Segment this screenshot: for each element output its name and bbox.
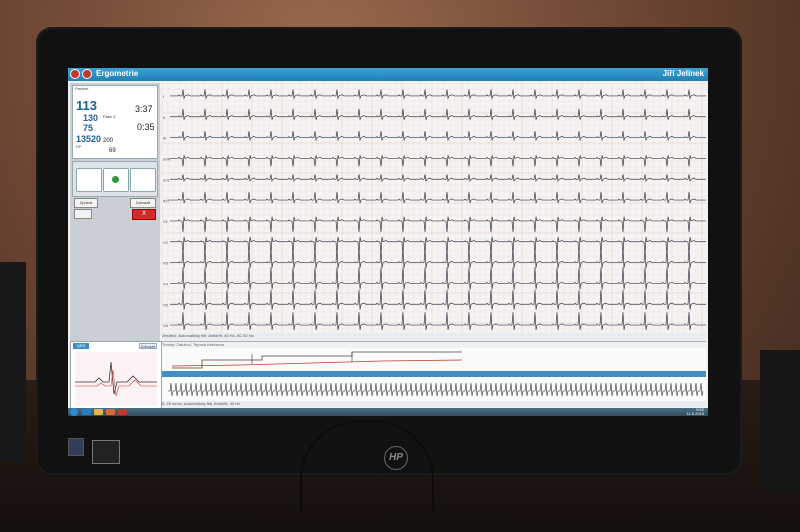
- view-button[interactable]: Zobrazit: [130, 198, 156, 208]
- rhythm-trace: [168, 382, 704, 397]
- stop-button[interactable]: X: [132, 209, 156, 220]
- ecg-12-lead-view[interactable]: I II III aVR aVL aVF V1 V2 V3 V4 V5 V6: [162, 83, 706, 333]
- marker-button[interactable]: [130, 168, 156, 192]
- clock-date: 12.6.2015: [686, 411, 704, 416]
- tab-qrs[interactable]: QRS: [73, 343, 89, 349]
- lead-label: V6: [163, 323, 169, 328]
- action-buttons: Zpráva Zobrazit X: [72, 197, 156, 220]
- heart-rate-value: 113: [76, 98, 97, 113]
- pump-button[interactable]: [76, 168, 102, 192]
- lead-label: V2: [163, 240, 169, 245]
- trend-panel: Trendy: Zatížení, Tepová frekvence: [162, 341, 706, 372]
- windows-sticker: [92, 440, 120, 464]
- vitals-box: Pacient 113 130 75 13520 DP Fáze 3 3:37 …: [72, 85, 158, 159]
- folder-icon[interactable]: [94, 409, 103, 415]
- app-title: Ergometrie: [96, 69, 139, 78]
- processor-sticker: [68, 438, 84, 456]
- patient-label: Pacient: [75, 86, 89, 91]
- rhythm-strip[interactable]: [162, 377, 706, 401]
- heart-logo-icon: [70, 69, 80, 79]
- tab-view[interactable]: Zobrazit: [139, 343, 157, 349]
- lead-label: III: [163, 136, 166, 141]
- rpm-value: 69: [109, 148, 116, 154]
- control-panel: Pacient 113 130 75 13520 DP Fáze 3 3:37 …: [70, 83, 160, 341]
- device-controls: [72, 161, 158, 197]
- status-dot-icon: [112, 176, 119, 183]
- lead-label: aVR: [163, 156, 171, 161]
- load-value: 200: [103, 138, 114, 144]
- left-speaker: [0, 262, 26, 462]
- lead-label: aVL: [163, 177, 171, 182]
- app-titlebar: Ergometrie Jiří Jelínek: [68, 68, 708, 81]
- start-button-icon[interactable]: [70, 408, 78, 416]
- report-button[interactable]: Zpráva: [74, 198, 98, 208]
- ergometrie-app-icon[interactable]: [118, 409, 127, 415]
- lead-label: V3: [163, 261, 169, 266]
- qrs-complex-graphic: [75, 352, 157, 406]
- start-button[interactable]: [103, 168, 129, 192]
- windows-taskbar: 9:52 12.6.2015: [68, 408, 708, 416]
- double-product-label: DP: [76, 144, 82, 149]
- taskbar-clock[interactable]: 9:52 12.6.2015: [686, 408, 704, 416]
- lead-label: aVF: [163, 198, 171, 203]
- lead-label: V5: [163, 302, 169, 307]
- double-product-value: 13520: [76, 134, 102, 144]
- lead-label: II: [163, 115, 165, 120]
- print-button[interactable]: [74, 209, 92, 219]
- bp-systolic-value: 130: [83, 113, 99, 123]
- lead-label: V4: [163, 281, 169, 286]
- user-name[interactable]: Jiří Jelínek: [663, 69, 704, 78]
- ecg-footer: Zesílení: Automatický filtr, Antidrift, …: [162, 333, 706, 340]
- right-speaker: [760, 350, 800, 490]
- bp-diastolic-value: 75: [83, 123, 94, 133]
- screen: Ergometrie Jiří Jelínek Pacient 113 130 …: [68, 68, 708, 416]
- media-icon[interactable]: [106, 409, 115, 415]
- stage-label: Fáze 3: [103, 114, 116, 119]
- ecg-traces: IIIIIIaVRaVLaVFV1V2V3V4V5V6: [162, 83, 706, 333]
- ie-icon[interactable]: [82, 409, 91, 415]
- lead-label: I: [163, 94, 164, 99]
- stage-time: 0:35: [137, 122, 155, 132]
- total-time: 3:37: [135, 104, 153, 114]
- lead-label: V1: [163, 219, 169, 224]
- rhythm-trace-line: [168, 382, 704, 397]
- trend-graph: [171, 351, 463, 369]
- qrs-detail-window: QRS Zobrazit: [70, 341, 162, 411]
- rhythm-footer: II, 25 mm/s, Automatický filtr, Antidrif…: [162, 401, 706, 407]
- heart-logo-icon: [82, 69, 92, 79]
